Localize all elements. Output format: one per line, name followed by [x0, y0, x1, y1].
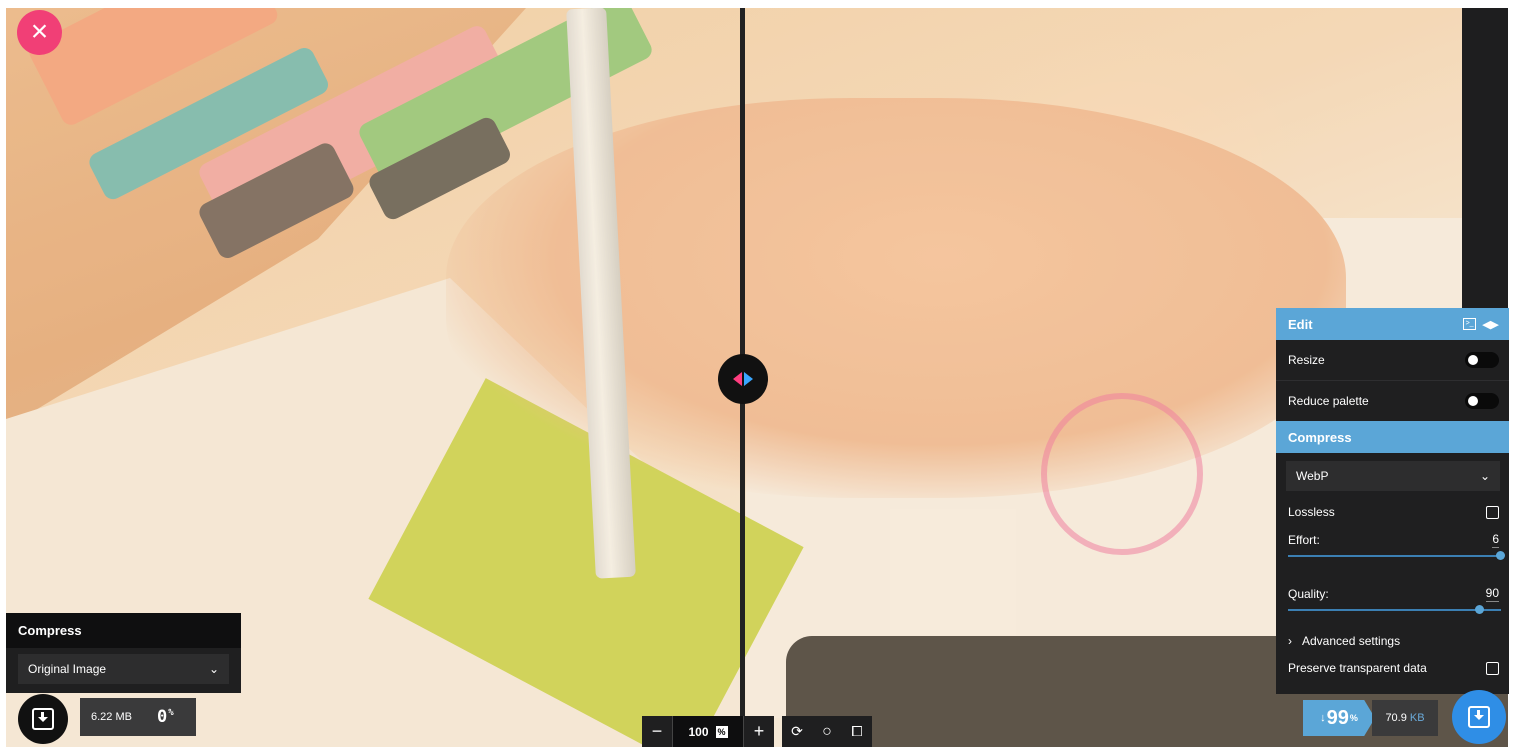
arrow-left-icon	[733, 372, 742, 386]
copy-settings-icon[interactable]: ◀▶	[1482, 318, 1499, 331]
rotate-button[interactable]: ⟳	[782, 716, 812, 747]
close-icon: ×	[30, 15, 49, 48]
chevron-right-icon: ›	[1288, 634, 1292, 648]
original-percent: 0%	[157, 707, 174, 727]
original-size-info: 6.22 MB 0%	[80, 698, 196, 736]
format-select[interactable]: WebP ⌄	[1286, 461, 1500, 491]
download-original-button[interactable]	[18, 694, 68, 744]
quality-label: Quality:	[1288, 587, 1329, 601]
preserve-label: Preserve transparent data	[1288, 661, 1427, 675]
resize-label: Resize	[1288, 353, 1325, 367]
compare-slider-handle[interactable]	[718, 354, 768, 404]
preserve-row: Preserve transparent data	[1276, 654, 1509, 682]
left-format-select[interactable]: Original Image ⌄	[18, 654, 229, 684]
close-button[interactable]: ×	[17, 10, 62, 55]
advanced-settings-toggle[interactable]: › Advanced settings	[1276, 628, 1509, 654]
effort-knob[interactable]	[1496, 551, 1505, 560]
fit-view-button[interactable]: ⧠	[842, 716, 872, 747]
minus-icon: −	[651, 721, 663, 741]
advanced-settings-label: Advanced settings	[1302, 634, 1401, 648]
terminal-icon[interactable]: >_	[1463, 318, 1477, 330]
rotate-icon: ⟳	[791, 723, 803, 739]
toolbar-gap	[774, 716, 782, 747]
reduce-palette-row: Reduce palette	[1276, 381, 1509, 421]
compressed-size-unit: KB	[1409, 712, 1425, 724]
compressed-size: 70.9	[1385, 712, 1407, 724]
quality-value[interactable]: 90	[1485, 586, 1499, 602]
zoom-out-button[interactable]: −	[642, 716, 672, 747]
effort-track	[1288, 555, 1501, 557]
download-icon	[1468, 706, 1490, 728]
arrow-down-icon: ↓	[1320, 712, 1326, 724]
effort-label: Effort:	[1288, 533, 1320, 547]
compressed-percent-badge: ↓ 99%	[1303, 700, 1375, 736]
chevron-down-icon: ⌄	[208, 662, 219, 676]
chevron-down-icon: ⌄	[1479, 469, 1490, 483]
right-edge-strip	[1462, 8, 1508, 308]
options-panel-right: Edit >_ ◀▶ Resize Reduce palette Compres…	[1276, 308, 1509, 694]
effort-slider[interactable]	[1288, 550, 1505, 562]
compress-header: Compress	[1276, 421, 1509, 453]
compressed-size-info: 70.9 KB	[1372, 700, 1438, 736]
zoom-level-field[interactable]: 100 %	[672, 716, 744, 747]
percent-icon: %	[715, 725, 728, 738]
original-size: 6.22 MB	[91, 711, 132, 723]
effort-value[interactable]: 6	[1492, 532, 1499, 548]
original-percent-sign: %	[168, 708, 174, 719]
lossless-label: Lossless	[1288, 505, 1335, 519]
circle-icon: ○	[822, 722, 832, 740]
lossless-row: Lossless	[1276, 498, 1509, 526]
quality-row: Quality: 90	[1276, 584, 1509, 604]
effort-row: Effort: 6	[1276, 530, 1509, 550]
compressed-percent-value: 99	[1326, 706, 1349, 729]
left-format-select-value: Original Image	[28, 662, 107, 676]
arrow-right-icon	[744, 372, 753, 386]
download-compressed-button[interactable]	[1452, 690, 1506, 744]
background-toggle-button[interactable]: ○	[812, 716, 842, 747]
edit-title: Edit	[1288, 316, 1313, 332]
zoom-toolbar: − 100 % + ⟳ ○ ⧠	[642, 716, 872, 747]
download-icon	[32, 708, 54, 730]
reduce-palette-toggle[interactable]	[1465, 393, 1499, 409]
compressed-percent-sign: %	[1349, 713, 1358, 723]
fit-icon: ⧠	[851, 723, 863, 739]
reduce-palette-label: Reduce palette	[1288, 394, 1369, 408]
format-select-value: WebP	[1296, 469, 1329, 483]
original-percent-value: 0	[156, 707, 168, 727]
compress-title: Compress	[1288, 429, 1352, 445]
quality-slider[interactable]	[1288, 604, 1501, 616]
quality-track	[1288, 609, 1501, 611]
zoom-in-button[interactable]: +	[744, 716, 774, 747]
left-compress-title: Compress	[6, 613, 241, 648]
preserve-checkbox[interactable]	[1486, 661, 1499, 675]
options-panel-left: Compress Original Image ⌄	[6, 613, 241, 693]
resize-row: Resize	[1276, 340, 1509, 381]
zoom-level-value: 100	[688, 724, 709, 739]
quality-knob[interactable]	[1474, 605, 1484, 614]
edit-header: Edit >_ ◀▶	[1276, 308, 1509, 340]
resize-toggle[interactable]	[1465, 352, 1499, 368]
plus-icon: +	[753, 721, 765, 741]
lossless-checkbox[interactable]	[1486, 505, 1499, 519]
